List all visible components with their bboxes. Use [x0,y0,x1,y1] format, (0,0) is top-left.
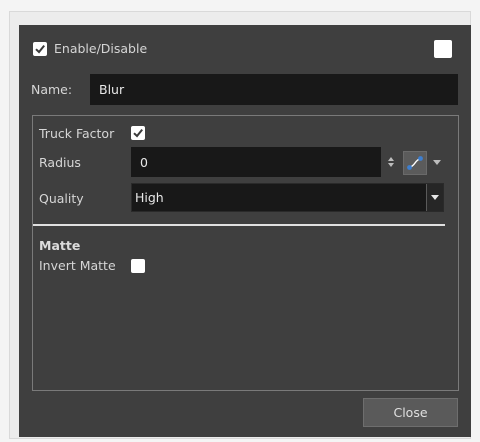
checkmark-icon [133,128,143,138]
close-label: Close [393,405,428,420]
layer-properties-panel: Enable/Disable Name: Blur Truck Factor R… [19,25,471,437]
chevron-down-icon [431,195,439,200]
quality-dropdown-button[interactable] [426,184,443,211]
quality-select[interactable]: High [131,183,444,212]
close-button[interactable]: Close [363,398,458,427]
color-swatch[interactable] [434,40,452,58]
function-curve-button[interactable] [403,151,427,175]
quality-label: Quality [39,191,84,206]
enable-checkbox[interactable] [33,42,47,56]
name-field[interactable]: Blur [90,74,458,105]
radius-label: Radius [39,155,81,170]
name-label: Name: [31,82,73,97]
matte-heading: Matte [39,238,81,253]
chevron-down-icon[interactable] [432,159,442,167]
name-value: Blur [99,82,125,97]
radius-field[interactable]: 0 [131,147,381,177]
invert-matte-label: Invert Matte [39,258,116,273]
section-divider [33,224,445,226]
up-down-arrows-icon[interactable] [387,156,395,168]
truck-factor-checkbox[interactable] [131,126,145,140]
radius-value: 0 [140,154,148,170]
function-curve-icon [407,156,423,170]
checkmark-icon [35,44,45,54]
enable-label: Enable/Disable [54,41,148,56]
truck-factor-label: Truck Factor [39,126,115,141]
quality-value: High [135,190,164,205]
parameters-group: Truck Factor Radius 0 Quality High Matte… [32,115,459,391]
invert-matte-checkbox[interactable] [131,259,145,273]
